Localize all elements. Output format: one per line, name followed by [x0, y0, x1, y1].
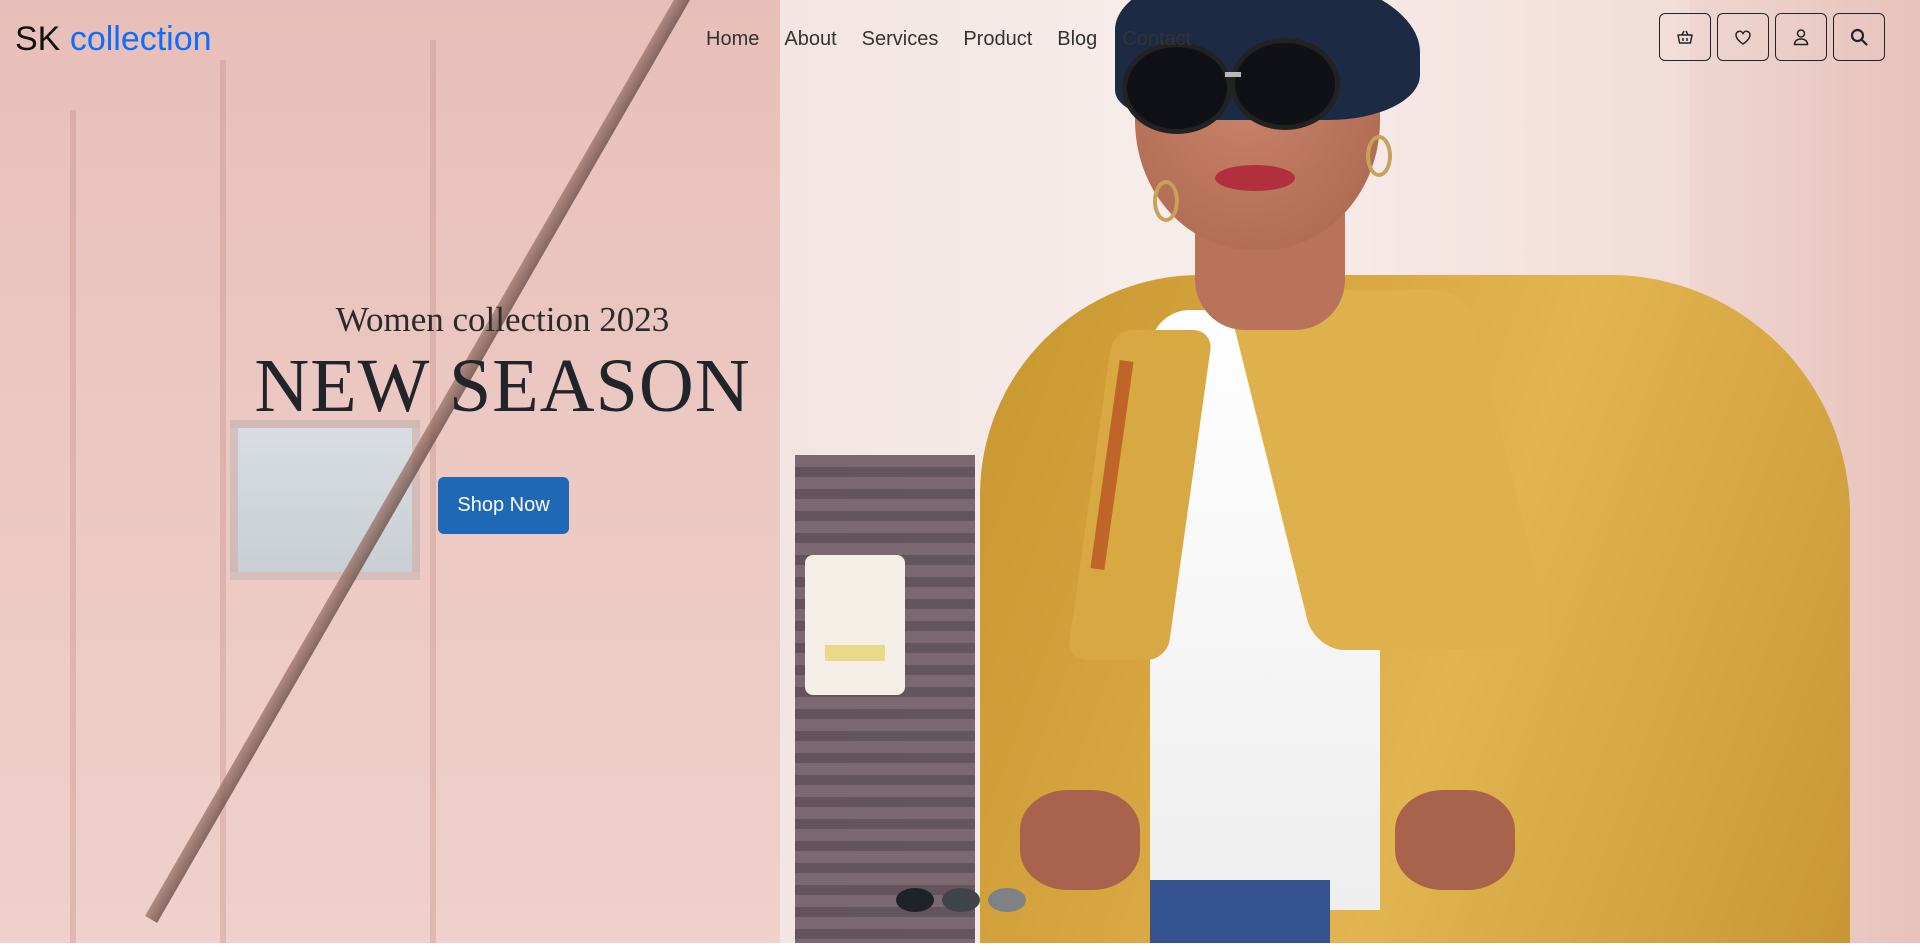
- navbar: SK collection Home About Services Produc…: [0, 0, 1920, 78]
- search-button[interactable]: [1833, 13, 1885, 61]
- nav-icon-buttons: [1659, 13, 1885, 61]
- shop-now-button[interactable]: Shop Now: [438, 477, 569, 534]
- basket-icon: [1677, 30, 1693, 44]
- nav-link-home[interactable]: Home: [706, 25, 759, 53]
- carousel-indicator-2[interactable]: [942, 888, 980, 912]
- cart-button[interactable]: [1659, 13, 1711, 61]
- nav-link-contact[interactable]: Contact: [1122, 25, 1191, 53]
- nav-link-about[interactable]: About: [784, 25, 836, 53]
- carousel-indicator-1[interactable]: [896, 888, 934, 912]
- nav-links: Home About Services Product Blog Contact: [706, 25, 1191, 53]
- carousel-indicator-3[interactable]: [988, 888, 1026, 912]
- hero-title: NEW SEASON: [254, 344, 751, 428]
- hero-caption: Women collection 2023 NEW SEASON: [200, 298, 805, 430]
- nav-link-services[interactable]: Services: [862, 25, 939, 53]
- wishlist-button[interactable]: [1717, 13, 1769, 61]
- search-icon: [1850, 28, 1868, 46]
- user-icon: [1793, 29, 1809, 46]
- hero-carousel: Women collection 2023 NEW SEASON Shop No…: [0, 0, 1920, 943]
- heart-icon: [1735, 30, 1751, 45]
- hero-subtitle: Women collection 2023: [335, 300, 670, 339]
- carousel-indicators: [896, 888, 1026, 912]
- nav-link-blog[interactable]: Blog: [1057, 25, 1097, 53]
- account-button[interactable]: [1775, 13, 1827, 61]
- brand-accent: collection: [69, 20, 212, 58]
- nav-link-product[interactable]: Product: [963, 25, 1032, 53]
- brand-logo[interactable]: SK collection: [15, 18, 212, 60]
- brand-prefix: SK: [15, 20, 61, 58]
